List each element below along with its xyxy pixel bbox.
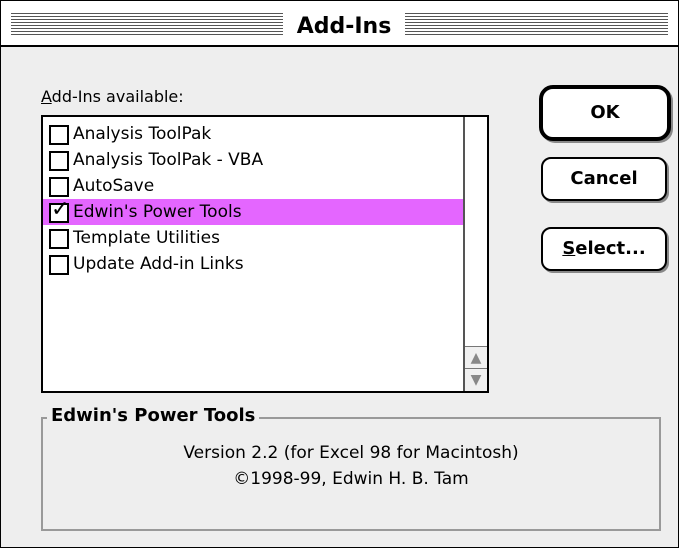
list-item[interactable]: Analysis ToolPak - VBA <box>43 147 463 173</box>
addin-checkbox-checked[interactable]: ✓ <box>49 199 69 223</box>
addin-label: Template Utilities <box>73 228 220 248</box>
addins-list-label: Add-Ins available: <box>41 87 184 106</box>
addin-label: Update Add-in Links <box>73 254 244 274</box>
list-item[interactable]: AutoSave <box>43 173 463 199</box>
addins-list-label-mnemonic: A <box>41 87 52 106</box>
description-groupbox: Edwin's Power Tools Version 2.2 (for Exc… <box>41 405 661 531</box>
addin-label: AutoSave <box>73 176 155 196</box>
select-button-label-rest: elect... <box>575 238 646 259</box>
title-bar-stripes-right <box>405 13 668 37</box>
addin-label: Analysis ToolPak - VBA <box>73 150 264 170</box>
addins-list-label-rest: dd-Ins available: <box>51 87 184 106</box>
cancel-button[interactable]: Cancel <box>541 157 667 201</box>
up-arrow-icon[interactable]: ▲ <box>465 346 487 369</box>
title-bar-stripes-left <box>11 13 283 37</box>
description-version: Version 2.2 (for Excel 98 for Macintosh) <box>183 443 519 463</box>
list-scrollbar[interactable]: ▲ ▼ <box>463 117 487 391</box>
addin-checkbox[interactable] <box>49 255 69 275</box>
addins-listbox[interactable]: Analysis ToolPak Analysis ToolPak - VBA … <box>41 115 489 393</box>
select-button-mnemonic: S <box>562 238 576 259</box>
dialog-title: Add-Ins <box>283 15 405 39</box>
list-item[interactable]: Analysis ToolPak <box>43 121 463 147</box>
description-title: Edwin's Power Tools <box>47 405 260 426</box>
addin-label: Analysis ToolPak <box>73 124 212 144</box>
addin-checkbox[interactable] <box>49 151 69 171</box>
checkmark-icon: ✓ <box>51 197 70 222</box>
addin-checkbox[interactable] <box>49 177 69 197</box>
ok-button[interactable]: OK <box>539 85 671 141</box>
list-item-selected[interactable]: ✓ Edwin's Power Tools <box>43 199 463 225</box>
description-copyright: ©1998-99, Edwin H. B. Tam <box>233 469 469 489</box>
select-button[interactable]: Select... <box>541 227 667 271</box>
list-item[interactable]: Update Add-in Links <box>43 251 463 277</box>
list-item[interactable]: Template Utilities <box>43 225 463 251</box>
addin-checkbox[interactable] <box>49 229 69 249</box>
down-arrow-icon[interactable]: ▼ <box>465 368 487 391</box>
title-bar[interactable]: Add-Ins <box>1 1 678 47</box>
add-ins-dialog: Add-Ins Add-Ins available: Analysis Tool… <box>0 0 679 548</box>
addin-label: Edwin's Power Tools <box>73 202 242 222</box>
addin-checkbox[interactable] <box>49 125 69 145</box>
